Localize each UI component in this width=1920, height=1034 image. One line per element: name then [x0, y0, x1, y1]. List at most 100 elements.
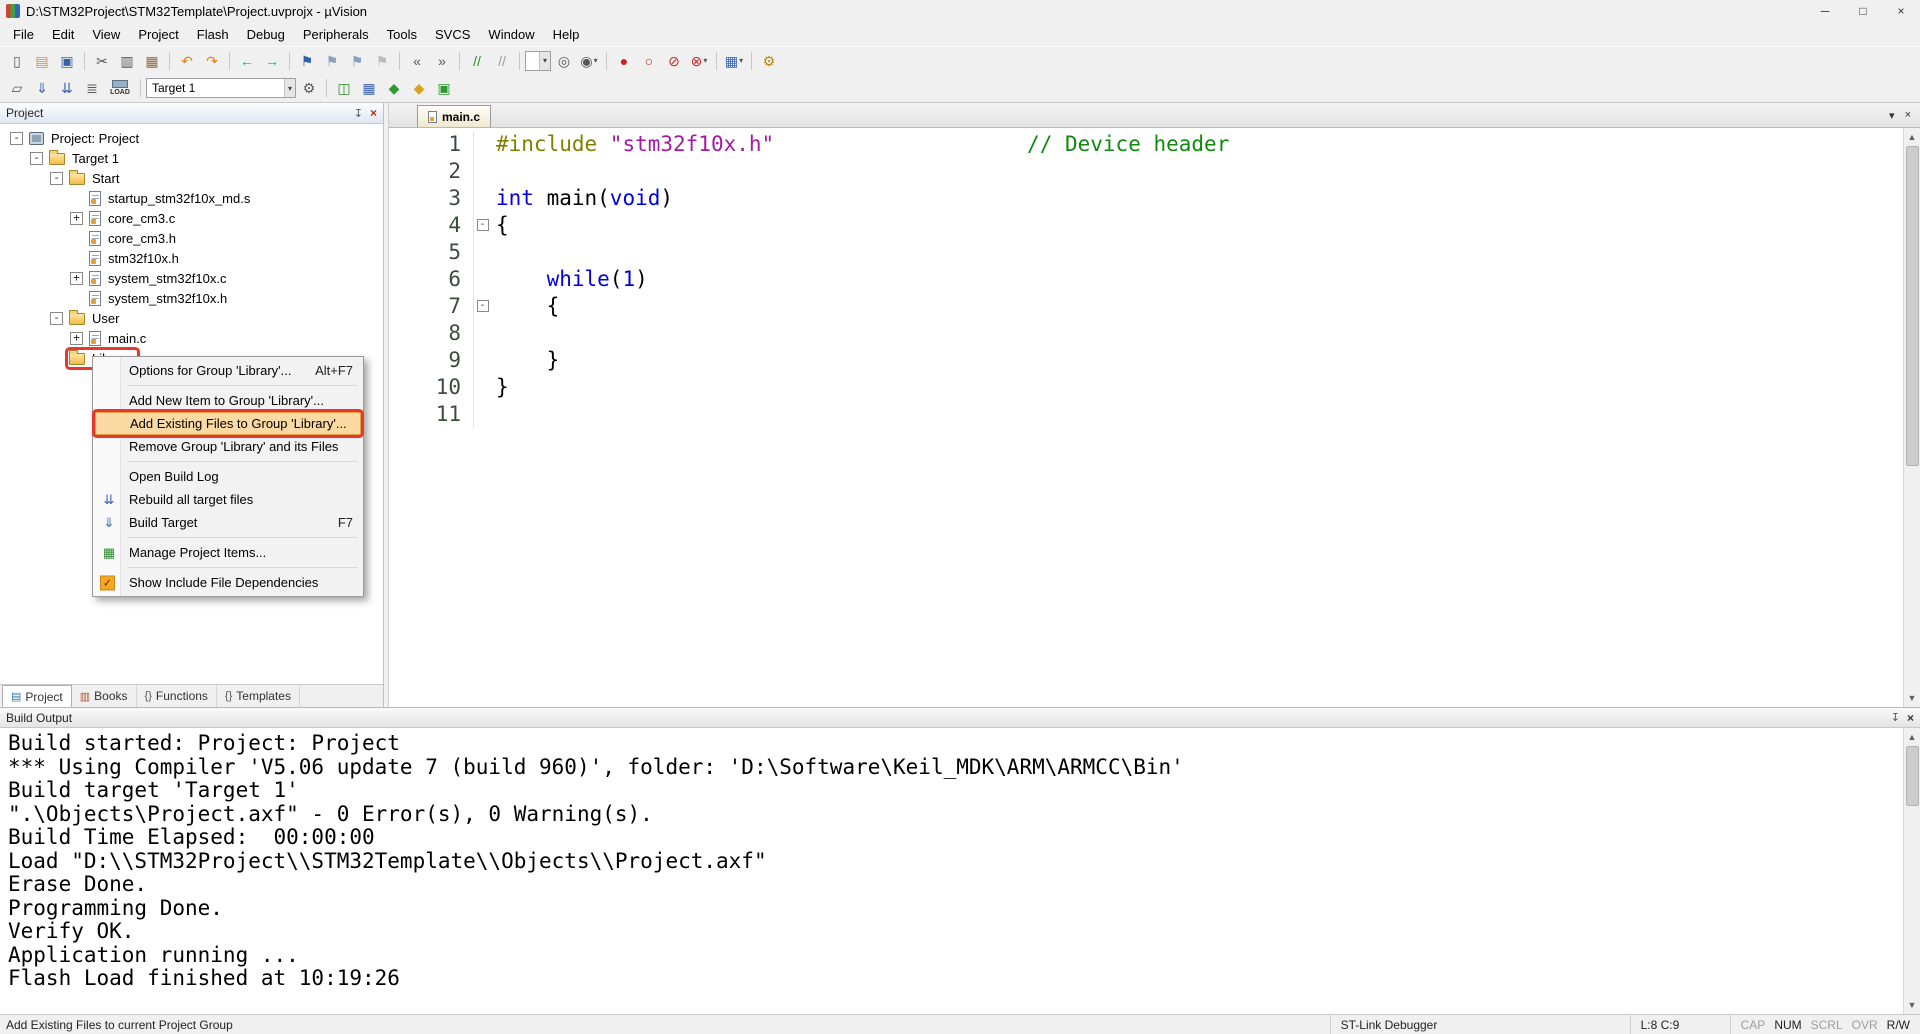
scroll-up-icon[interactable]: ▲ [1908, 728, 1917, 746]
uncomment-icon[interactable]: // [490, 50, 514, 72]
collapse-icon[interactable]: - [10, 132, 23, 145]
next-bookmark-icon[interactable]: ⚑ [345, 50, 369, 72]
tree-item-project-project[interactable]: -Project: Project [0, 128, 383, 148]
expand-icon[interactable]: + [70, 272, 83, 285]
tree-item-main-c[interactable]: +main.c [0, 328, 383, 348]
insert-breakpoint-icon[interactable]: ● [612, 50, 636, 72]
menu-tools[interactable]: Tools [378, 22, 426, 46]
tree-item-system-stm32f10x-c[interactable]: +system_stm32f10x.c [0, 268, 383, 288]
kill-breakpoints-icon[interactable]: ⊗▾ [687, 50, 711, 72]
code-line-1[interactable]: 1#include "stm32f10x.h" // Device header [389, 131, 1903, 158]
minimize-icon[interactable]: ─ [1806, 0, 1844, 22]
pin-icon[interactable]: ↧ [354, 107, 363, 120]
find-in-files-icon[interactable]: ◎ [552, 50, 576, 72]
tree-item-core-cm3-h[interactable]: core_cm3.h [0, 228, 383, 248]
redo-icon[interactable]: ↷ [200, 50, 224, 72]
code-line-2[interactable]: 2 [389, 158, 1903, 185]
cut-icon[interactable]: ✂ [90, 50, 114, 72]
navigate-back-icon[interactable]: ← [235, 50, 259, 72]
code-line-3[interactable]: 3int main(void) [389, 185, 1903, 212]
context-build-target[interactable]: ⇓Build TargetF7 [95, 511, 361, 534]
collapse-icon[interactable]: - [30, 152, 43, 165]
open-file-icon[interactable]: ▤ [30, 50, 54, 72]
fold-collapse-icon[interactable]: - [473, 212, 491, 239]
close-icon[interactable]: × [1882, 0, 1920, 22]
context-options-for-group-library[interactable]: Options for Group 'Library'...Alt+F7 [95, 359, 361, 382]
configure-icon[interactable]: ⚙ [757, 50, 781, 72]
disable-breakpoints-icon[interactable]: ⊘ [662, 50, 686, 72]
pin-icon[interactable]: ↧ [1891, 711, 1900, 724]
save-icon[interactable]: ▣ [55, 50, 79, 72]
find-text-combo[interactable]: ▾ [525, 51, 551, 71]
comment-icon[interactable]: // [465, 50, 489, 72]
manage-project-items-icon[interactable]: ▦ [357, 77, 381, 99]
chevron-down-icon[interactable]: ▾ [594, 56, 598, 65]
context-open-build-log[interactable]: Open Build Log [95, 465, 361, 488]
menu-debug[interactable]: Debug [238, 22, 294, 46]
code-line-10[interactable]: 10} [389, 374, 1903, 401]
context-manage-project-items[interactable]: ▦Manage Project Items... [95, 541, 361, 564]
paste-icon[interactable]: ▦ [140, 50, 164, 72]
build-output-text[interactable]: Build started: Project: Project *** Usin… [0, 728, 1903, 1014]
code-line-8[interactable]: 8 [389, 320, 1903, 347]
menu-flash[interactable]: Flash [188, 22, 238, 46]
context-remove-group-library-and-its-files[interactable]: Remove Group 'Library' and its Files [95, 435, 361, 458]
tab-list-icon[interactable]: ▾ [1889, 109, 1895, 122]
navigate-forward-icon[interactable]: → [260, 50, 284, 72]
close-panel-icon[interactable]: × [1907, 711, 1914, 725]
undo-icon[interactable]: ↶ [175, 50, 199, 72]
tree-item-stm32f10x-h[interactable]: stm32f10x.h [0, 248, 383, 268]
debug-windows-icon[interactable]: ▦▾ [722, 50, 746, 72]
build-output-scrollbar[interactable]: ▲ ▼ [1903, 728, 1920, 1014]
close-panel-icon[interactable]: × [370, 106, 377, 120]
collapse-icon[interactable]: - [50, 312, 63, 325]
tab-main-c[interactable]: main.c [417, 105, 491, 127]
code-line-5[interactable]: 5 [389, 239, 1903, 266]
context-add-new-item-to-group-library[interactable]: Add New Item to Group 'Library'... [95, 389, 361, 412]
tab-templates[interactable]: {}Templates [217, 685, 300, 707]
batch-build-icon[interactable]: ≣ [80, 77, 104, 99]
maximize-icon[interactable]: □ [1844, 0, 1882, 22]
scroll-down-icon[interactable]: ▼ [1908, 996, 1917, 1014]
code-line-7[interactable]: 7- { [389, 293, 1903, 320]
collapse-icon[interactable]: - [50, 172, 63, 185]
code-line-11[interactable]: 11 [389, 401, 1903, 428]
options-for-target-icon[interactable]: ⚙ [297, 77, 321, 99]
tree-item-user[interactable]: -User [0, 308, 383, 328]
bookmark-icon[interactable]: ⚑ [295, 50, 319, 72]
code-line-6[interactable]: 6 while(1) [389, 266, 1903, 293]
menu-svcs[interactable]: SVCS [426, 22, 479, 46]
manage-rte-icon[interactable]: ◫ [332, 77, 356, 99]
chevron-down-icon[interactable]: ▾ [739, 56, 743, 65]
target-select[interactable]: Target 1▾ [146, 78, 296, 98]
chevron-down-icon[interactable]: ▾ [284, 79, 295, 97]
build-icon[interactable]: ⇓ [30, 77, 54, 99]
pack-installer-icon[interactable]: ▣ [432, 77, 456, 99]
code-line-9[interactable]: 9 } [389, 347, 1903, 374]
tree-item-system-stm32f10x-h[interactable]: system_stm32f10x.h [0, 288, 383, 308]
expand-icon[interactable]: + [70, 212, 83, 225]
build-output-scrollbar-thumb[interactable] [1906, 746, 1919, 806]
translate-icon[interactable]: ▱ [5, 77, 29, 99]
menu-help[interactable]: Help [544, 22, 589, 46]
tab-functions[interactable]: {}Functions [137, 685, 217, 707]
context-show-include-file-dependencies[interactable]: ✓Show Include File Dependencies [95, 571, 361, 594]
outdent-icon[interactable]: « [405, 50, 429, 72]
close-tab-icon[interactable]: × [1905, 109, 1911, 121]
functions-navigate-icon[interactable]: ◆ [382, 77, 406, 99]
code-line-4[interactable]: 4-{ [389, 212, 1903, 239]
tree-item-start[interactable]: -Start [0, 168, 383, 188]
menu-view[interactable]: View [83, 22, 129, 46]
find-icon[interactable]: ◉▾ [577, 50, 601, 72]
editor-scrollbar-thumb[interactable] [1906, 146, 1919, 466]
menu-project[interactable]: Project [129, 22, 187, 46]
tab-project[interactable]: ▤Project [2, 685, 72, 707]
expand-icon[interactable]: + [70, 332, 83, 345]
tree-item-core-cm3-c[interactable]: +core_cm3.c [0, 208, 383, 228]
context-add-existing-files-to-group-library[interactable]: Add Existing Files to Group 'Library'... [95, 412, 361, 435]
new-file-icon[interactable]: ▯ [5, 50, 29, 72]
tab-books[interactable]: ▥Books [72, 685, 137, 707]
menu-edit[interactable]: Edit [43, 22, 83, 46]
menu-peripherals[interactable]: Peripherals [294, 22, 378, 46]
context-rebuild-all-target-files[interactable]: ⇊Rebuild all target files [95, 488, 361, 511]
